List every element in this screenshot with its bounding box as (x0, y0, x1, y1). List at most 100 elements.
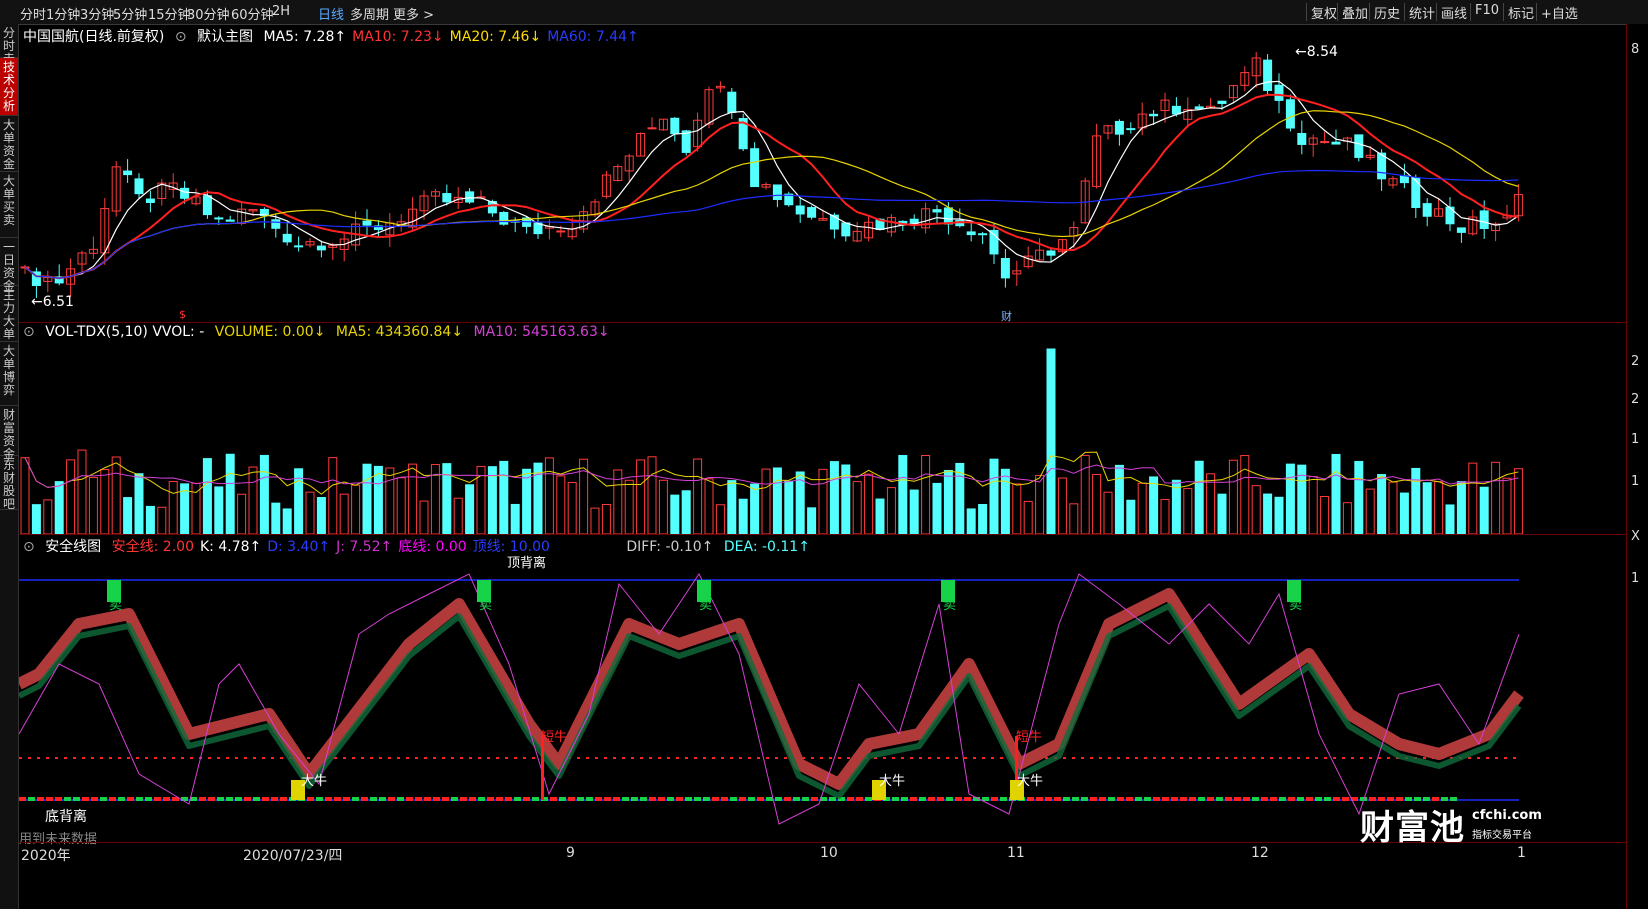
baseline-tick (793, 797, 800, 801)
volume-bar (510, 503, 520, 534)
volume-bar (601, 504, 611, 534)
sidebar-tab-1[interactable]: 技术分析 (0, 58, 18, 116)
baseline-tick (244, 797, 251, 801)
period-tab-7[interactable]: 2H (272, 4, 290, 19)
baseline-tick (928, 797, 935, 801)
candle-body (1320, 141, 1330, 144)
period-tab-3[interactable]: 5分钟 (113, 4, 147, 23)
baseline-tick (919, 797, 926, 801)
volume-bar (1023, 500, 1033, 534)
period-tab-6[interactable]: 60分钟 (231, 4, 274, 23)
sidebar-tab-3[interactable]: 大单买卖 (0, 172, 18, 238)
toolbar-button-7[interactable]: +自选 (1536, 3, 1582, 22)
volume-axis-label: 1 (1631, 432, 1640, 447)
safety-line-chart[interactable] (19, 534, 1626, 842)
candle-body (681, 130, 691, 153)
toolbar-button-1[interactable]: 叠加 (1337, 3, 1372, 22)
baseline-tick (145, 797, 152, 801)
toolbar-button-4[interactable]: 画线 (1436, 3, 1471, 22)
baseline-tick (487, 797, 494, 801)
sidebar-tab-8[interactable]: 东财股吧 (0, 456, 18, 511)
period-tab-5[interactable]: 30分钟 (187, 4, 230, 23)
toolbar-button-0[interactable]: 复权 (1306, 3, 1341, 22)
price-chart-panel[interactable]: 中国国航(日线.前复权) ⊙ 默认主图 MA5: 7.28↑ MA10: 7.23… (19, 24, 1626, 323)
baseline-tick (1189, 797, 1196, 801)
baseline-tick (1054, 797, 1061, 801)
toolbar-button-3[interactable]: 统计 (1404, 3, 1439, 22)
volume-bar (88, 477, 98, 534)
baseline-tick (865, 797, 872, 801)
period-tab-4[interactable]: 15分钟 (148, 4, 191, 23)
period-tab-0[interactable]: 分时 (20, 4, 46, 23)
sidebar-tab-2[interactable]: 大单资金 (0, 116, 18, 172)
baseline-tick (424, 797, 431, 801)
candle-body (180, 187, 190, 199)
sidebar-tab-0[interactable]: 分时走势 (0, 24, 18, 79)
baseline-tick (595, 797, 602, 801)
sidebar-tab-4[interactable]: 一日资金 (0, 238, 18, 293)
period-tab-9[interactable]: 多周期 (350, 4, 389, 23)
sidebar-tab-7[interactable]: 财富资金 (0, 406, 18, 461)
candle-body (1263, 59, 1273, 91)
toolbar-button-6[interactable]: 标记 (1503, 3, 1538, 22)
volume-bar (123, 497, 133, 534)
period-tab-10[interactable]: 更多 > (393, 4, 434, 23)
volume-bar (1342, 502, 1352, 534)
candle-body (214, 217, 224, 220)
baseline-tick (208, 797, 215, 801)
event-mark-dollar[interactable]: $ (179, 308, 186, 321)
period-tab-2[interactable]: 3分钟 (80, 4, 114, 23)
indicator-panel[interactable]: ⊙ 安全线图 安全线: 2.00 K: 4.78↑ D: 3.40↑ J: 7.52↑… (19, 534, 1626, 847)
volume-bar (1046, 348, 1056, 534)
volume-bar (408, 463, 418, 534)
baseline-tick (1000, 797, 1007, 801)
baseline-tick (784, 797, 791, 801)
volume-bar (772, 467, 782, 534)
volume-bar (852, 481, 862, 534)
baseline-tick (82, 797, 89, 801)
date-label: 2020年 (21, 848, 71, 864)
baseline-tick (253, 797, 260, 801)
period-tab-8[interactable]: 日线 (318, 4, 344, 23)
volume-chart[interactable] (19, 322, 1626, 534)
volume-bar (134, 473, 144, 534)
volume-axis-label: X (1631, 529, 1640, 544)
volume-bar (590, 507, 600, 534)
volume-bar (1320, 495, 1330, 534)
big-bull-label: 大牛 (1017, 774, 1044, 789)
candle-body (465, 191, 475, 203)
volume-bar (658, 479, 668, 534)
candle-body (1114, 120, 1124, 135)
baseline-tick (829, 797, 836, 801)
volume-bar (1092, 473, 1102, 534)
volume-bar (1183, 488, 1193, 534)
baseline-tick (604, 797, 611, 801)
baseline-tick (1108, 797, 1115, 801)
short-bull-label: 短牛 (1016, 730, 1043, 745)
toolbar-button-5[interactable]: F10 (1470, 3, 1503, 21)
volume-panel[interactable]: ⊙ VOL-TDX(5,10) VVOL: - VOLUME: 0.00↓ MA… (19, 322, 1626, 535)
baseline-tick (37, 797, 44, 801)
baseline-tick (1036, 797, 1043, 801)
baseline-tick (685, 797, 692, 801)
volume-bar (487, 466, 497, 534)
volume-bar (1285, 463, 1295, 534)
date-label: 10 (820, 845, 838, 861)
candle-body (966, 231, 976, 236)
volume-axis-label: 2 (1631, 354, 1640, 369)
candlestick-chart[interactable] (19, 24, 1626, 322)
volume-bar (727, 480, 737, 534)
sell-label: 卖 (943, 598, 957, 613)
candle-body (271, 219, 281, 229)
ma60-line (24, 169, 1519, 279)
toolbar-button-2[interactable]: 历史 (1369, 3, 1404, 22)
sidebar-tab-6[interactable]: 大单博弈 (0, 342, 18, 406)
volume-bar (77, 449, 87, 534)
volume-bar (351, 484, 361, 534)
baseline-tick (1117, 797, 1124, 801)
volume-bar (100, 469, 110, 534)
period-tab-1[interactable]: 1分钟 (46, 4, 80, 23)
baseline-tick (901, 797, 908, 801)
sidebar-tab-5[interactable]: 主力大单 (0, 286, 18, 342)
right-price-axis: 8 2 2 1 1 X 1 (1626, 24, 1648, 909)
